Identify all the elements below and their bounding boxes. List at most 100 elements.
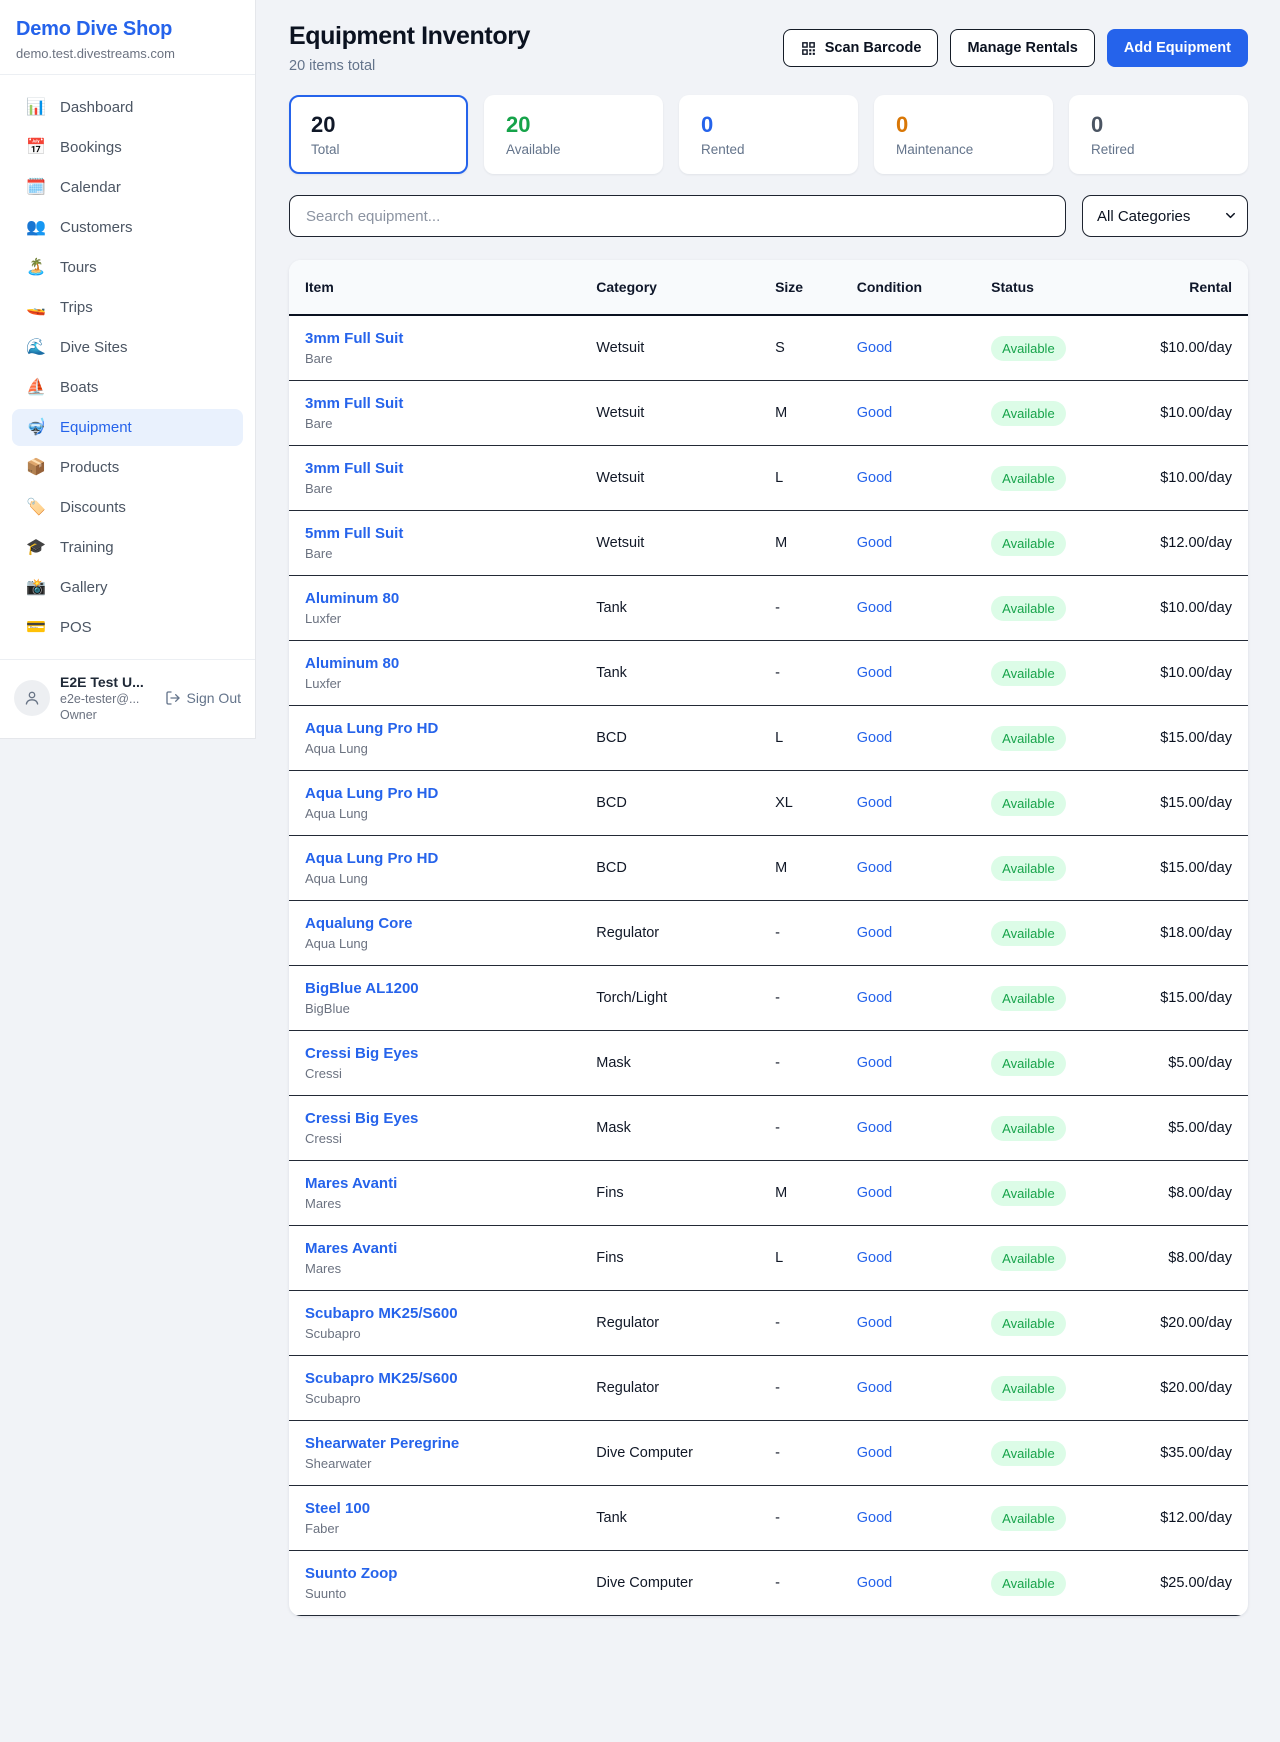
sign-out-label: Sign Out	[187, 690, 241, 706]
item-name-link[interactable]: 5mm Full Suit	[305, 525, 564, 542]
item-category: Dive Computer	[580, 1421, 759, 1486]
sidebar-item-calendar[interactable]: 🗓️ Calendar	[12, 169, 243, 206]
sidebar-item-boats[interactable]: ⛵ Boats	[12, 369, 243, 406]
icon-tours: 🏝️	[26, 260, 46, 276]
sidebar-item-label: Boats	[60, 379, 98, 396]
sidebar-item-equipment[interactable]: 🤿 Equipment	[12, 409, 243, 446]
item-condition-link[interactable]: Good	[857, 1445, 892, 1461]
item-condition-link[interactable]: Good	[857, 1055, 892, 1071]
stat-card-total[interactable]: 20 Total	[289, 95, 468, 174]
sidebar-item-discounts[interactable]: 🏷️ Discounts	[12, 489, 243, 526]
item-condition-link[interactable]: Good	[857, 470, 892, 486]
sidebar-item-gallery[interactable]: 📸 Gallery	[12, 569, 243, 606]
item-size: M	[759, 511, 841, 576]
item-name-link[interactable]: 3mm Full Suit	[305, 395, 564, 412]
item-condition-link[interactable]: Good	[857, 340, 892, 356]
item-name-link[interactable]: BigBlue AL1200	[305, 980, 564, 997]
item-condition-link[interactable]: Good	[857, 665, 892, 681]
item-condition-link[interactable]: Good	[857, 600, 892, 616]
sidebar-item-pos[interactable]: 💳 POS	[12, 609, 243, 646]
shop-name[interactable]: Demo Dive Shop	[16, 18, 239, 41]
table-row: Aqua Lung Pro HD Aqua Lung BCD L Good Av…	[289, 706, 1248, 771]
item-condition-link[interactable]: Good	[857, 1250, 892, 1266]
brand-block: Demo Dive Shop demo.test.divestreams.com	[0, 0, 255, 75]
item-condition-link[interactable]: Good	[857, 535, 892, 551]
item-name-link[interactable]: Cressi Big Eyes	[305, 1110, 564, 1127]
category-select[interactable]: All Categories	[1082, 195, 1248, 237]
item-category: Tank	[580, 1486, 759, 1551]
item-name-link[interactable]: Steel 100	[305, 1500, 564, 1517]
sidebar-item-customers[interactable]: 👥 Customers	[12, 209, 243, 246]
sidebar-item-tours[interactable]: 🏝️ Tours	[12, 249, 243, 286]
item-condition-link[interactable]: Good	[857, 1510, 892, 1526]
item-name-link[interactable]: Aluminum 80	[305, 655, 564, 672]
stat-card-rented[interactable]: 0 Rented	[679, 95, 858, 174]
stat-label: Rented	[701, 142, 836, 157]
sign-out-button[interactable]: Sign Out	[165, 690, 241, 706]
sidebar-item-dive-sites[interactable]: 🌊 Dive Sites	[12, 329, 243, 366]
sidebar-item-dashboard[interactable]: 📊 Dashboard	[12, 89, 243, 126]
item-condition-link[interactable]: Good	[857, 925, 892, 941]
item-condition-link[interactable]: Good	[857, 860, 892, 876]
sidebar-item-label: Calendar	[60, 179, 121, 196]
search-input[interactable]	[289, 195, 1066, 237]
item-name-link[interactable]: Shearwater Peregrine	[305, 1435, 564, 1452]
item-name-link[interactable]: Suunto Zoop	[305, 1565, 564, 1582]
item-brand: Aqua Lung	[305, 806, 564, 821]
item-category: Regulator	[580, 901, 759, 966]
item-size: S	[759, 315, 841, 381]
item-condition-link[interactable]: Good	[857, 405, 892, 421]
sidebar-item-trips[interactable]: 🚤 Trips	[12, 289, 243, 326]
item-rental-price: $12.00/day	[1144, 1486, 1248, 1551]
sidebar-item-bookings[interactable]: 📅 Bookings	[12, 129, 243, 166]
barcode-icon	[800, 40, 817, 57]
item-size: L	[759, 706, 841, 771]
item-condition-link[interactable]: Good	[857, 795, 892, 811]
add-equipment-label: Add Equipment	[1124, 40, 1231, 56]
item-rental-price: $15.00/day	[1144, 966, 1248, 1031]
scan-barcode-button[interactable]: Scan Barcode	[783, 29, 939, 67]
item-condition-link[interactable]: Good	[857, 990, 892, 1006]
stat-card-retired[interactable]: 0 Retired	[1069, 95, 1248, 174]
item-condition-link[interactable]: Good	[857, 1185, 892, 1201]
item-condition-link[interactable]: Good	[857, 1380, 892, 1396]
add-equipment-button[interactable]: Add Equipment	[1107, 29, 1248, 67]
item-name-link[interactable]: Scubapro MK25/S600	[305, 1305, 564, 1322]
item-rental-price: $8.00/day	[1144, 1226, 1248, 1291]
user-role: Owner	[60, 708, 144, 722]
item-name-link[interactable]: Cressi Big Eyes	[305, 1045, 564, 1062]
item-condition-link[interactable]: Good	[857, 1120, 892, 1136]
stat-card-maintenance[interactable]: 0 Maintenance	[874, 95, 1053, 174]
page-title: Equipment Inventory	[289, 22, 530, 51]
manage-rentals-button[interactable]: Manage Rentals	[950, 29, 1094, 67]
item-rental-price: $15.00/day	[1144, 836, 1248, 901]
item-name-link[interactable]: Aqualung Core	[305, 915, 564, 932]
sidebar-item-products[interactable]: 📦 Products	[12, 449, 243, 486]
item-brand: Cressi	[305, 1066, 564, 1081]
item-condition-link[interactable]: Good	[857, 1315, 892, 1331]
item-size: M	[759, 381, 841, 446]
item-condition-link[interactable]: Good	[857, 730, 892, 746]
item-condition-link[interactable]: Good	[857, 1575, 892, 1591]
item-name-link[interactable]: Aqua Lung Pro HD	[305, 785, 564, 802]
item-name-link[interactable]: Aqua Lung Pro HD	[305, 720, 564, 737]
item-name-link[interactable]: Aluminum 80	[305, 590, 564, 607]
status-badge: Available	[991, 401, 1066, 426]
item-name-link[interactable]: 3mm Full Suit	[305, 460, 564, 477]
item-name-link[interactable]: Mares Avanti	[305, 1240, 564, 1257]
page-header: Equipment Inventory 20 items total Scan …	[289, 22, 1248, 74]
item-name-link[interactable]: Aqua Lung Pro HD	[305, 850, 564, 867]
stat-card-available[interactable]: 20 Available	[484, 95, 663, 174]
shop-domain: demo.test.divestreams.com	[16, 46, 239, 61]
icon-dashboard: 📊	[26, 100, 46, 116]
item-name-link[interactable]: Mares Avanti	[305, 1175, 564, 1192]
item-brand: Cressi	[305, 1131, 564, 1146]
table-row: 3mm Full Suit Bare Wetsuit L Good Availa…	[289, 446, 1248, 511]
item-name-link[interactable]: Scubapro MK25/S600	[305, 1370, 564, 1387]
item-category: Wetsuit	[580, 511, 759, 576]
sidebar-item-training[interactable]: 🎓 Training	[12, 529, 243, 566]
item-name-link[interactable]: 3mm Full Suit	[305, 330, 564, 347]
avatar	[14, 680, 50, 716]
icon-discounts: 🏷️	[26, 500, 46, 516]
status-badge: Available	[991, 466, 1066, 491]
